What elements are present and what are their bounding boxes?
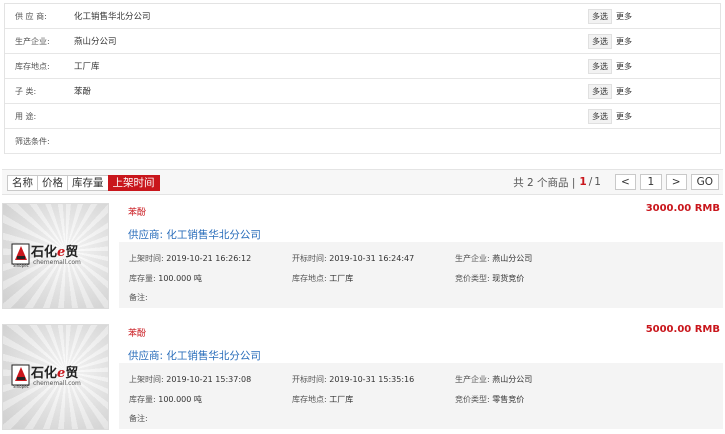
filter-row-subcategory: 子 类: 苯酚 多选 更多 (5, 79, 720, 104)
bid-type: 竞价类型: 零售竞价 (455, 395, 525, 404)
product-price: 3000.00 RMB (645, 203, 720, 214)
filter-row-location: 库存地点: 工厂库 多选 更多 (5, 54, 720, 79)
filter-row-supplier: 供 应 商: 化工销售华北分公司 多选 更多 (5, 4, 720, 29)
product-thumbnail[interactable]: 石化e贸 chememall.com Sinopec (2, 324, 109, 430)
product-item: 石化e贸 chememall.com Sinopec 苯酚 3000.00 RM… (2, 203, 723, 311)
listed-time: 上架时间: 2019-10-21 16:26:12 (129, 254, 252, 263)
product-details: 上架时间: 2019-10-21 15:37:08 开标时间: 2019-10-… (119, 363, 723, 429)
filter-label: 用 途: (15, 111, 37, 121)
listed-time: 上架时间: 2019-10-21 15:37:08 (129, 375, 252, 384)
sort-tab-stock[interactable]: 库存量 (67, 175, 109, 191)
stock-location: 库存地点: 工厂库 (292, 274, 354, 283)
total-count-text: 共 2 个商品 | (513, 176, 576, 189)
remarks: 备注: (129, 293, 148, 302)
multi-select-button[interactable]: 多选 (588, 59, 612, 74)
filter-row-usage: 用 途: 多选 更多 (5, 104, 720, 129)
logo-url-text: chememall.com (33, 380, 81, 387)
logo-brand-text: 石化e贸 (31, 366, 79, 381)
go-button[interactable]: GO (690, 174, 719, 190)
multi-select-button[interactable]: 多选 (588, 84, 612, 99)
bid-type: 竞价类型: 现货竞价 (455, 274, 525, 283)
page-separator: / (588, 176, 593, 188)
current-page: 1 (579, 176, 587, 188)
more-button[interactable]: 更多 (616, 9, 632, 24)
filter-label: 供 应 商: (15, 11, 47, 21)
filter-panel: 供 应 商: 化工销售华北分公司 多选 更多 生产企业: 燕山分公司 多选 更多… (4, 3, 721, 154)
product-details: 上架时间: 2019-10-21 16:26:12 开标时间: 2019-10-… (119, 242, 723, 308)
sort-tab-listed-time[interactable]: 上架时间 (107, 175, 160, 191)
product-thumbnail[interactable]: 石化e贸 chememall.com Sinopec (2, 203, 109, 309)
stock-location: 库存地点: 工厂库 (292, 395, 354, 404)
next-page-button[interactable]: > (665, 174, 687, 190)
page-number-input[interactable]: 1 (639, 174, 662, 190)
manufacturer: 生产企业: 燕山分公司 (455, 375, 533, 384)
more-button[interactable]: 更多 (616, 109, 632, 124)
sort-tabs: 名称 价格 库存量 上架时间 (7, 175, 160, 191)
more-button[interactable]: 更多 (616, 34, 632, 49)
total-pages: 1 (594, 176, 601, 188)
filter-row-conditions: 筛选条件: (5, 129, 720, 154)
filter-label: 子 类: (15, 86, 37, 96)
logo-url-text: chememall.com (33, 259, 81, 266)
filter-label: 库存地点: (15, 61, 50, 71)
filter-value-manufacturer[interactable]: 燕山分公司 (74, 35, 117, 47)
filter-row-manufacturer: 生产企业: 燕山分公司 多选 更多 (5, 29, 720, 54)
product-item: 石化e贸 chememall.com Sinopec 苯酚 5000.00 RM… (2, 324, 723, 432)
remarks: 备注: (129, 414, 148, 423)
prev-page-button[interactable]: < (614, 174, 636, 190)
multi-select-button[interactable]: 多选 (588, 109, 612, 124)
product-name[interactable]: 苯酚 (128, 205, 146, 218)
more-button[interactable]: 更多 (616, 59, 632, 74)
stock-quantity: 库存量: 100.000 吨 (129, 274, 202, 283)
product-supplier[interactable]: 供应商: 化工销售华北分公司 (128, 227, 261, 242)
logo-brand-text: 石化e贸 (31, 245, 79, 260)
open-time: 开标时间: 2019-10-31 16:24:47 (292, 254, 415, 263)
filter-value-supplier[interactable]: 化工销售华北分公司 (74, 10, 151, 22)
filter-value-location[interactable]: 工厂库 (74, 60, 100, 72)
filter-label: 筛选条件: (15, 136, 50, 146)
more-button[interactable]: 更多 (616, 84, 632, 99)
product-price: 5000.00 RMB (645, 324, 720, 335)
multi-select-button[interactable]: 多选 (588, 9, 612, 24)
manufacturer: 生产企业: 燕山分公司 (455, 254, 533, 263)
logo-small-text: Sinopec (13, 263, 29, 268)
stock-quantity: 库存量: 100.000 吨 (129, 395, 202, 404)
sort-bar: 名称 价格 库存量 上架时间 共 2 个商品 | 1 / 1 < 1 > GO (2, 169, 723, 195)
filter-value-subcategory[interactable]: 苯酚 (74, 85, 91, 97)
logo-small-text: Sinopec (13, 384, 29, 389)
product-supplier[interactable]: 供应商: 化工销售华北分公司 (128, 348, 261, 363)
multi-select-button[interactable]: 多选 (588, 34, 612, 49)
filter-label: 生产企业: (15, 36, 50, 46)
sort-tab-name[interactable]: 名称 (7, 175, 38, 191)
open-time: 开标时间: 2019-10-31 15:35:16 (292, 375, 415, 384)
product-name[interactable]: 苯酚 (128, 326, 146, 339)
pagination: 共 2 个商品 | 1 / 1 < 1 > GO (513, 174, 719, 190)
sort-tab-price[interactable]: 价格 (37, 175, 68, 191)
